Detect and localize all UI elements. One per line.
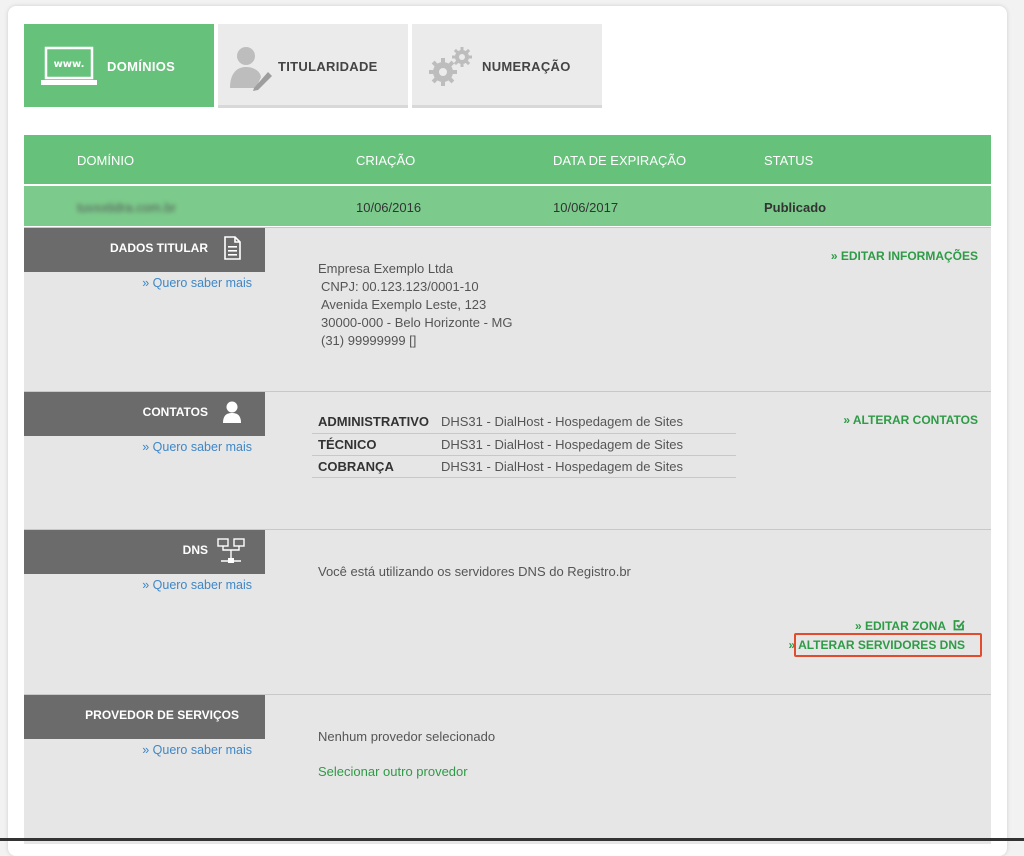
learn-more-link[interactable]: » Quero saber mais: [142, 440, 252, 454]
col-expiracao[interactable]: DATA DE EXPIRAÇÃO: [553, 153, 686, 168]
titular-line: (31) 99999999 []: [321, 333, 417, 348]
created-date: 10/06/2016: [356, 200, 422, 215]
contact-role: COBRANÇA: [312, 455, 435, 478]
status-badge: Publicado: [764, 200, 827, 215]
table-row: TÉCNICO DHS31 - DialHost - Hospedagem de …: [312, 433, 736, 456]
section-label: CONTATOS: [24, 392, 265, 436]
col-status[interactable]: STATUS: [764, 153, 813, 168]
tab-numeracao[interactable]: NUMERAÇÃO: [412, 24, 602, 108]
learn-more-link[interactable]: » Quero saber mais: [142, 578, 252, 592]
expiration-date: 10/06/2017: [553, 200, 619, 215]
section-label: PROVEDOR DE SERVIÇOS: [24, 695, 265, 739]
change-contacts-link[interactable]: » ALTERAR CONTATOS: [843, 413, 978, 427]
select-provider-link[interactable]: Selecionar outro provedor: [318, 763, 468, 781]
section-contatos: CONTATOS » Quero saber mais ADMINISTRATI…: [24, 391, 991, 529]
edit-zone-link[interactable]: » EDITAR ZONA: [855, 619, 965, 633]
section-title: DADOS TITULAR: [110, 241, 208, 255]
edit-check-icon: [953, 620, 965, 631]
gears-icon: [428, 46, 474, 91]
section-title: DNS: [182, 543, 208, 557]
tab-dominios-label: DOMÍNIOS: [107, 59, 176, 74]
section-dns: DNS » Quero saber mais Você está utiliza…: [24, 529, 991, 694]
svg-text:www.: www.: [54, 59, 85, 70]
user-pen-icon: [226, 44, 274, 95]
section-title: CONTATOS: [142, 405, 208, 419]
section-provedor: PROVEDOR DE SERVIÇOS » Quero saber mais …: [24, 694, 991, 844]
contact-role: TÉCNICO: [312, 433, 435, 456]
domain-name[interactable]: tuvxxtidra.com.br: [77, 200, 176, 215]
titular-info: Empresa Exemplo Ltda CNPJ: 00.123.123/00…: [318, 260, 512, 350]
tab-numeracao-label: NUMERAÇÃO: [482, 59, 571, 74]
edit-info-link[interactable]: » EDITAR INFORMAÇÕES: [831, 249, 978, 263]
section-dados-titular: DADOS TITULAR » Quero saber mais Empresa…: [24, 227, 991, 391]
contact-role: ADMINISTRATIVO: [312, 411, 435, 434]
www-laptop-icon: www.: [41, 46, 97, 91]
document-icon: [223, 236, 241, 263]
edit-zone-label: » EDITAR ZONA: [854, 619, 946, 633]
titular-line: Avenida Exemplo Leste, 123: [321, 297, 487, 312]
col-dominio[interactable]: DOMÍNIO: [77, 153, 134, 168]
table-row: COBRANÇA DHS31 - DialHost - Hospedagem de…: [312, 455, 736, 478]
titular-line: Empresa Exemplo Ltda: [318, 261, 454, 276]
titular-line: 30000-000 - Belo Horizonte - MG: [321, 315, 513, 330]
domains-table-header: DOMÍNIO CRIAÇÃO DATA DE EXPIRAÇÃO STATUS: [24, 135, 991, 184]
col-criacao[interactable]: CRIAÇÃO: [356, 153, 415, 168]
contact-value: DHS31 - DialHost - Hospedagem de Sites: [434, 411, 736, 434]
section-title: PROVEDOR DE SERVIÇOS: [85, 708, 239, 722]
section-label: DADOS TITULAR: [24, 228, 265, 272]
contact-value: DHS31 - DialHost - Hospedagem de Sites: [434, 455, 736, 478]
learn-more-link[interactable]: » Quero saber mais: [142, 743, 252, 757]
dns-info: Você está utilizando os servidores DNS d…: [318, 564, 631, 579]
table-row: ADMINISTRATIVO DHS31 - DialHost - Hospeda…: [312, 411, 736, 434]
tab-titularidade[interactable]: TITULARIDADE: [218, 24, 408, 108]
tab-dominios[interactable]: www. DOMÍNIOS: [24, 24, 214, 107]
provider-info: Nenhum provedor selecionado: [318, 729, 496, 744]
tab-titularidade-label: TITULARIDADE: [278, 59, 378, 74]
contact-value: DHS31 - DialHost - Hospedagem de Sites: [434, 433, 736, 456]
learn-more-link[interactable]: » Quero saber mais: [142, 276, 252, 290]
section-label: DNS: [24, 530, 265, 574]
contacts-table: ADMINISTRATIVO DHS31 - DialHost - Hospeda…: [312, 411, 736, 478]
highlight-box: [794, 633, 982, 657]
network-servers-icon: [217, 538, 245, 567]
table-row[interactable]: tuvxxtidra.com.br 10/06/2016 10/06/2017 …: [24, 186, 991, 226]
titular-line: CNPJ: 00.123.123/0001-10: [321, 279, 479, 294]
person-icon: [223, 400, 241, 427]
